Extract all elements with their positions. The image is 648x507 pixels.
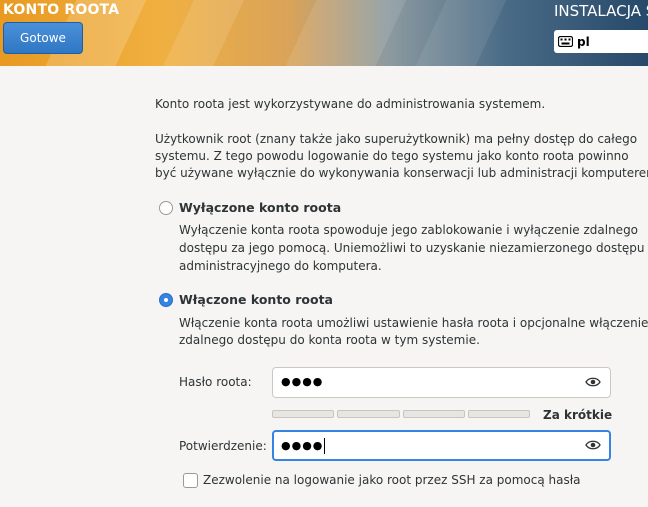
strength-segment (337, 410, 400, 418)
text-caret (324, 438, 326, 454)
eye-icon[interactable] (585, 376, 601, 388)
page-title: KONTO ROOTA (3, 2, 120, 18)
enable-root-radio[interactable] (159, 293, 173, 307)
disable-desc-line-1: Wyłączenie konta roota spowoduje jego za… (179, 223, 639, 237)
password-value: ●●●● (281, 375, 324, 388)
confirm-value: ●●●● (281, 439, 324, 452)
ssh-login-label[interactable]: Zezwolenie na logowanie jako root przez … (203, 472, 580, 489)
description-line-1: Użytkownik root (znany także jako superu… (155, 132, 638, 146)
password-label: Hasło roota: (179, 375, 252, 389)
keyboard-layout-indicator[interactable]: pl (554, 30, 648, 53)
disable-desc-line-3: administracyjnego do komputera. (179, 259, 382, 273)
confirm-label: Potwierdzenie: (179, 439, 267, 453)
installation-title: INSTALACJA S (554, 2, 648, 20)
strength-segment (402, 410, 465, 418)
description-line-3: być używane wyłącznie do wykonywania kon… (155, 166, 648, 180)
description-line-2: systemu. Z tego powodu logowanie do tego… (155, 149, 629, 163)
strength-segment (467, 410, 530, 418)
password-field[interactable]: ●●●● (272, 367, 611, 398)
header-banner: KONTO ROOTA Gotowe INSTALACJA S pl (0, 0, 648, 66)
eye-icon[interactable] (585, 439, 601, 451)
disable-root-label[interactable]: Wyłączone konto roota (179, 200, 341, 215)
confirm-password-field[interactable]: ●●●● (272, 430, 611, 461)
keyboard-layout-label: pl (577, 34, 590, 49)
disable-desc-line-2: dostępu za jego pomocą. Uniemożliwi to u… (179, 241, 645, 255)
intro-text: Konto roota jest wykorzystywane do admin… (155, 97, 546, 111)
disable-root-radio[interactable] (159, 201, 173, 215)
enable-root-label[interactable]: Włączone konto roota (179, 292, 333, 307)
password-strength-label: Za krótkie (543, 408, 613, 422)
strength-segment (272, 410, 335, 418)
password-strength-bar (272, 410, 530, 418)
ssh-login-checkbox[interactable] (183, 473, 198, 488)
enable-desc-line-2: zdalnego dostępu do konta roota w tym sy… (179, 333, 480, 347)
done-button[interactable]: Gotowe (3, 22, 83, 54)
enable-desc-line-1: Włączenie konta roota umożliwi ustawieni… (179, 316, 648, 330)
keyboard-icon (558, 36, 573, 47)
